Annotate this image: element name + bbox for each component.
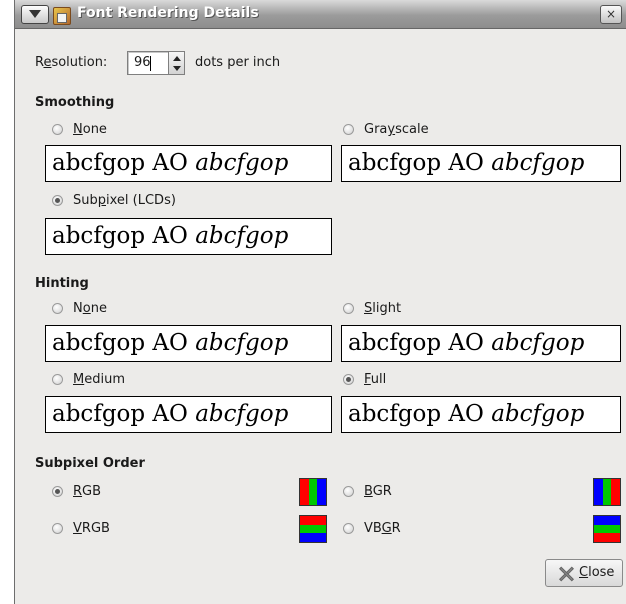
close-icon (558, 566, 574, 582)
color-stripe (611, 479, 621, 505)
radio-indicator[interactable] (343, 486, 354, 497)
radio-indicator[interactable] (52, 124, 63, 135)
color-stripe (317, 479, 327, 505)
vbgr-subpixel-icon (593, 515, 621, 543)
rgb-subpixel-icon (299, 478, 327, 506)
window-title: Font Rendering Details (77, 5, 259, 21)
radio-indicator[interactable] (343, 124, 354, 135)
font-preferences-icon (53, 7, 71, 25)
color-stripe (602, 479, 612, 505)
color-stripe (308, 479, 318, 505)
radio-indicator[interactable] (52, 374, 63, 385)
radio-label: VRGB (73, 521, 110, 536)
color-stripe (594, 524, 620, 534)
smoothing-grayscale-sample: abcfgop AO abcfgop (341, 145, 621, 182)
radio-label: BGR (364, 484, 392, 499)
radio-label: VBGR (364, 521, 401, 536)
color-stripe (594, 479, 603, 505)
radio-indicator[interactable] (343, 374, 354, 385)
title-bar[interactable]: Font Rendering Details × (15, 0, 626, 29)
radio-indicator[interactable] (52, 486, 63, 497)
resolution-stepper[interactable] (169, 51, 185, 75)
resolution-input[interactable]: 96 (127, 51, 169, 75)
close-button[interactable]: Close (545, 559, 623, 587)
radio-label: Grayscale (364, 122, 429, 137)
radio-label: Medium (73, 372, 125, 387)
color-stripe (300, 524, 326, 534)
radio-label: Slight (364, 301, 402, 316)
smoothing-none-sample: abcfgop AO abcfgop (45, 145, 332, 182)
color-stripe (594, 516, 620, 525)
close-button-label: Close (579, 565, 615, 580)
resolution-label: Resolution: (35, 55, 107, 70)
hinting-heading: Hinting (35, 276, 89, 291)
radio-indicator[interactable] (52, 195, 63, 206)
radio-label: Subpixel (LCDs) (73, 193, 176, 208)
radio-label: None (73, 301, 107, 316)
resolution-units-label: dots per inch (195, 55, 281, 70)
radio-indicator[interactable] (343, 523, 354, 534)
radio-indicator[interactable] (343, 303, 354, 314)
color-stripe (300, 533, 326, 543)
decrement-arrow-icon[interactable] (173, 66, 181, 71)
radio-indicator[interactable] (52, 303, 63, 314)
font-rendering-details-window: Font Rendering Details × Resolution: 96 … (14, 0, 626, 604)
color-stripe (594, 533, 620, 543)
radio-label: None (73, 122, 107, 137)
radio-indicator[interactable] (52, 523, 63, 534)
window-close-button[interactable]: × (600, 5, 622, 24)
bgr-subpixel-icon (593, 478, 621, 506)
resolution-spinner[interactable]: 96 (127, 51, 189, 75)
radio-label: RGB (73, 484, 102, 499)
color-stripe (300, 479, 309, 505)
resolution-label-part: solution: (51, 55, 108, 70)
subpixel-order-heading: Subpixel Order (35, 456, 145, 471)
color-stripe (300, 516, 326, 525)
hinting-none-sample: abcfgop AO abcfgop (45, 325, 332, 362)
hinting-medium-sample: abcfgop AO abcfgop (45, 396, 332, 433)
smoothing-subpixel-sample: abcfgop AO abcfgop (45, 218, 332, 255)
hinting-slight-sample: abcfgop AO abcfgop (341, 325, 621, 362)
radio-label: Full (364, 372, 387, 387)
increment-arrow-icon[interactable] (173, 56, 181, 61)
window-menu-button[interactable] (21, 5, 49, 24)
smoothing-heading: Smoothing (35, 95, 115, 110)
vrgb-subpixel-icon (299, 515, 327, 543)
hinting-full-sample: abcfgop AO abcfgop (341, 396, 621, 433)
